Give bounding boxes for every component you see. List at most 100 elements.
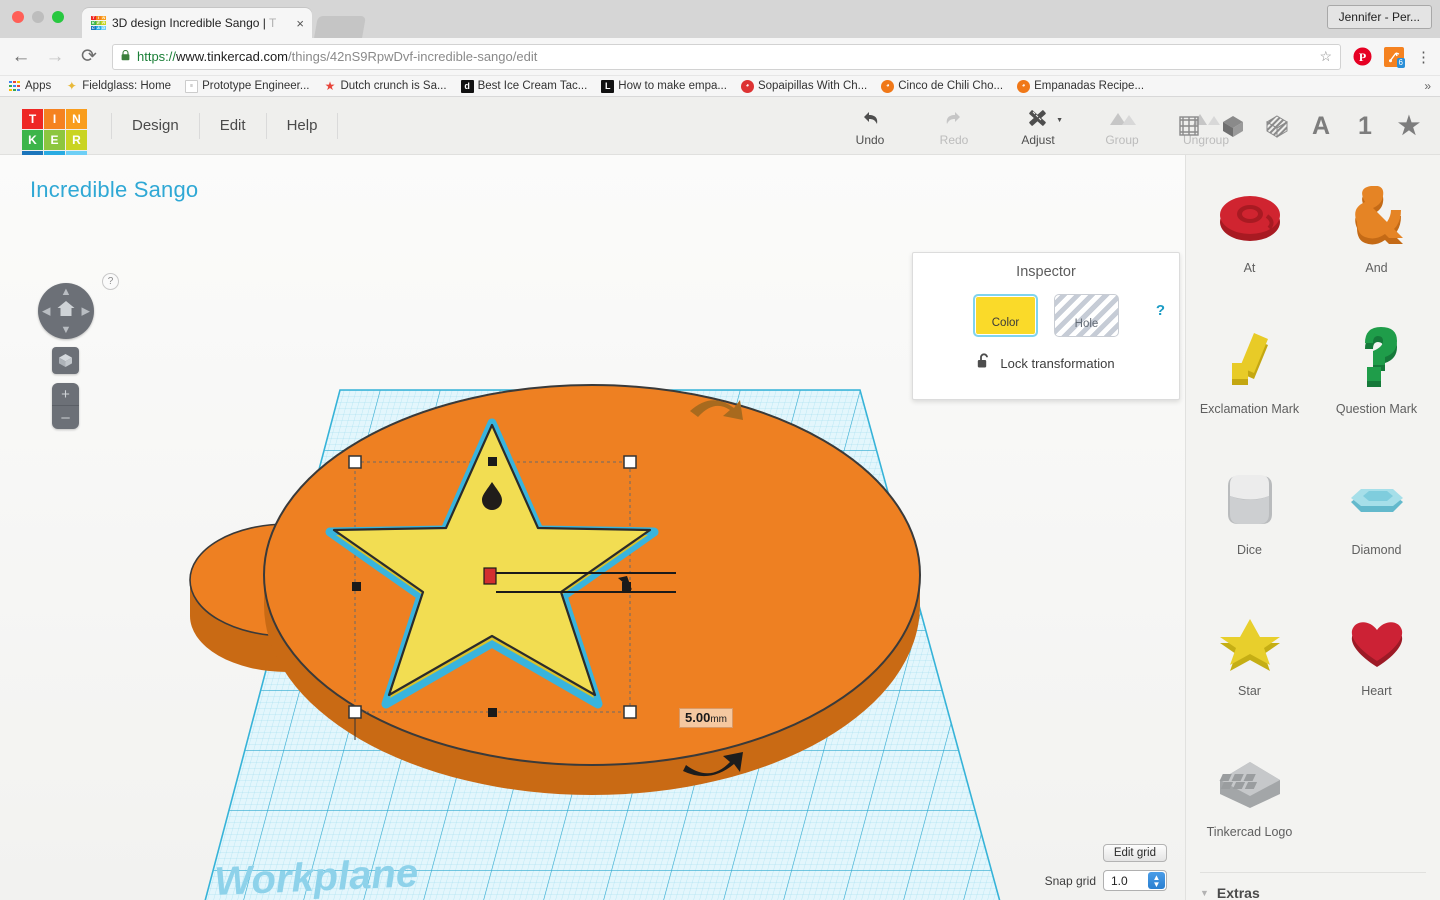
bookmark-label: Cinco de Chili Cho... xyxy=(898,80,1004,92)
new-tab-button[interactable] xyxy=(314,16,366,38)
shape-label: Dice xyxy=(1236,543,1262,557)
back-button[interactable]: ← xyxy=(10,46,32,68)
browser-tabstrip: T I N K E R C A D 3D design Incredible S… xyxy=(0,0,1440,38)
extras-section-header[interactable]: ▼ Extras xyxy=(1186,873,1440,900)
collapse-panel-button[interactable]: ❯ xyxy=(1185,575,1186,617)
shape-label: Question Mark xyxy=(1335,402,1418,416)
app-menu: Design Edit Help xyxy=(111,97,339,154)
lock-transformation-row[interactable]: Lock transformation xyxy=(913,353,1179,373)
shape-item-heart[interactable]: Heart xyxy=(1313,588,1440,729)
browser-menu-button[interactable]: ⋮ xyxy=(1416,48,1431,66)
snap-grid-value: 1.0 xyxy=(1111,873,1128,888)
minimize-window-button[interactable] xyxy=(32,11,44,23)
adjust-button[interactable]: ▼ Adjust xyxy=(996,105,1080,147)
browser-tab-active[interactable]: T I N K E R C A D 3D design Incredible S… xyxy=(82,8,312,38)
bookmark-star-icon[interactable]: ☆ xyxy=(1319,48,1332,65)
shapes-grid: At And Exclamation Mark Question Mark Di… xyxy=(1186,155,1440,870)
adjust-caret-icon[interactable]: ▼ xyxy=(1056,117,1063,124)
bookmark-label: Best Ice Cream Tac... xyxy=(477,80,588,92)
menu-help[interactable]: Help xyxy=(267,112,339,139)
app-header: T I N K E R C A D Design Edit Help xyxy=(0,97,1440,171)
letter-l-icon: L xyxy=(601,79,615,93)
dice-shape-icon xyxy=(1204,461,1296,541)
bookmark-best-ice-cream[interactable]: d Best Ice Cream Tac... xyxy=(460,79,588,93)
shape-label: Tinkercad Logo xyxy=(1206,825,1293,839)
number-one-icon[interactable]: 1 xyxy=(1352,111,1378,141)
document-icon: ≡ xyxy=(185,79,199,93)
food-icon: ◕ xyxy=(740,79,754,93)
shape-item-question-mark[interactable]: Question Mark xyxy=(1313,306,1440,447)
star-icon[interactable]: ★ xyxy=(1396,111,1422,141)
bookmark-how-to-make-empanadas[interactable]: L How to make empa... xyxy=(601,79,727,93)
undo-arrow-icon xyxy=(858,105,882,130)
tinkercad-favicon: T I N K E R C A D xyxy=(91,15,106,31)
inspector-help-icon[interactable]: ? xyxy=(1156,302,1165,319)
solid-cube-icon[interactable] xyxy=(1220,111,1246,141)
undo-button[interactable]: Undo xyxy=(828,105,912,147)
bookmark-label: Apps xyxy=(25,80,52,92)
edit-grid-button[interactable]: Edit grid xyxy=(1102,844,1167,862)
menu-design[interactable]: Design xyxy=(111,112,200,139)
shape-item-tinkercad-logo[interactable]: Tinkercad Logo xyxy=(1186,729,1313,870)
orange-circle-icon: ◕ xyxy=(881,79,895,93)
hole-swatch-button[interactable]: Hole xyxy=(1054,294,1119,337)
redo-arrow-icon xyxy=(942,105,966,130)
bookmark-dutch-crunch[interactable]: ★ Dutch crunch is Sa... xyxy=(323,79,447,93)
bookmark-cinco-de-chili[interactable]: ◕ Cinco de Chili Cho... xyxy=(881,79,1004,93)
chevron-down-icon[interactable]: ▼ xyxy=(1200,888,1209,898)
bookmark-apps[interactable]: Apps xyxy=(8,80,51,93)
group-mountains-icon xyxy=(1107,105,1137,130)
group-label: Group xyxy=(1105,133,1139,147)
bookmark-prototype-engineer[interactable]: ≡ Prototype Engineer... xyxy=(185,79,309,93)
menu-edit[interactable]: Edit xyxy=(200,112,267,139)
fieldglass-icon: ✦ xyxy=(66,79,77,93)
shape-category-icons: A 1 ★ xyxy=(1176,111,1422,141)
logo-letter: T xyxy=(22,109,43,129)
bookmarks-overflow-button[interactable]: » xyxy=(1424,79,1431,93)
dimension-tooltip[interactable]: 5.00mm xyxy=(679,708,733,728)
inspector-panel: Inspector Color Hole ? Lock transformati… xyxy=(912,252,1180,400)
shape-item-and[interactable]: And xyxy=(1313,165,1440,306)
workplane-label: Workplane xyxy=(213,851,418,900)
pinterest-extension-icon[interactable]: P xyxy=(1353,47,1372,66)
logo-letter: I xyxy=(44,109,65,129)
shape-item-exclamation-mark[interactable]: Exclamation Mark xyxy=(1186,306,1313,447)
grid-icon[interactable] xyxy=(1176,111,1202,141)
redo-button[interactable]: Redo xyxy=(912,105,996,147)
bookmark-label: How to make empa... xyxy=(618,80,727,92)
group-button[interactable]: Group xyxy=(1080,105,1164,147)
large-cylinder-object[interactable] xyxy=(263,384,921,795)
shape-item-diamond[interactable]: Diamond xyxy=(1313,447,1440,588)
logo-letter: R xyxy=(66,130,87,150)
text-a-icon[interactable]: A xyxy=(1308,111,1334,141)
bookmark-empanadas-recipe[interactable]: ◕ Empanadas Recipe... xyxy=(1017,79,1144,93)
reload-button[interactable]: ⟳ xyxy=(78,45,100,68)
snap-grid-stepper[interactable]: ▲ ▼ xyxy=(1148,872,1165,889)
close-window-button[interactable] xyxy=(12,11,24,23)
profile-button[interactable]: Jennifer - Per... xyxy=(1326,5,1432,29)
at-shape-icon xyxy=(1204,179,1296,259)
star-icon: ★ xyxy=(324,79,336,93)
shape-label: Star xyxy=(1238,684,1261,698)
extension-icon-with-badge[interactable]: 6 xyxy=(1384,46,1405,68)
color-swatch-button[interactable]: Color xyxy=(973,294,1038,337)
striped-cube-icon[interactable] xyxy=(1264,111,1290,141)
shape-label: Heart xyxy=(1361,684,1392,698)
browser-window: T I N K E R C A D 3D design Incredible S… xyxy=(0,0,1440,900)
lock-transformation-label: Lock transformation xyxy=(1000,355,1115,371)
shape-label: At xyxy=(1243,261,1256,275)
svg-text:P: P xyxy=(1359,50,1366,64)
unlocked-padlock-icon xyxy=(977,353,991,373)
bookmark-label: Dutch crunch is Sa... xyxy=(340,80,447,92)
shape-item-at[interactable]: At xyxy=(1186,165,1313,306)
shape-item-dice[interactable]: Dice xyxy=(1186,447,1313,588)
bookmark-fieldglass[interactable]: ✦ Fieldglass: Home xyxy=(65,79,171,93)
browser-toolbar: ← → ⟳ https://www.tinkercad.com/things/4… xyxy=(0,38,1440,76)
maximize-window-button[interactable] xyxy=(52,11,64,23)
bookmark-sopaipillas[interactable]: ◕ Sopaipillas With Ch... xyxy=(740,79,867,93)
forward-button[interactable]: → xyxy=(44,46,66,68)
address-bar[interactable]: https://www.tinkercad.com/things/42nS9Rp… xyxy=(112,43,1341,70)
shape-item-star[interactable]: Star xyxy=(1186,588,1313,729)
snap-grid-input[interactable]: 1.0 ▲ ▼ xyxy=(1103,870,1167,891)
tab-close-button[interactable]: × xyxy=(294,17,306,30)
